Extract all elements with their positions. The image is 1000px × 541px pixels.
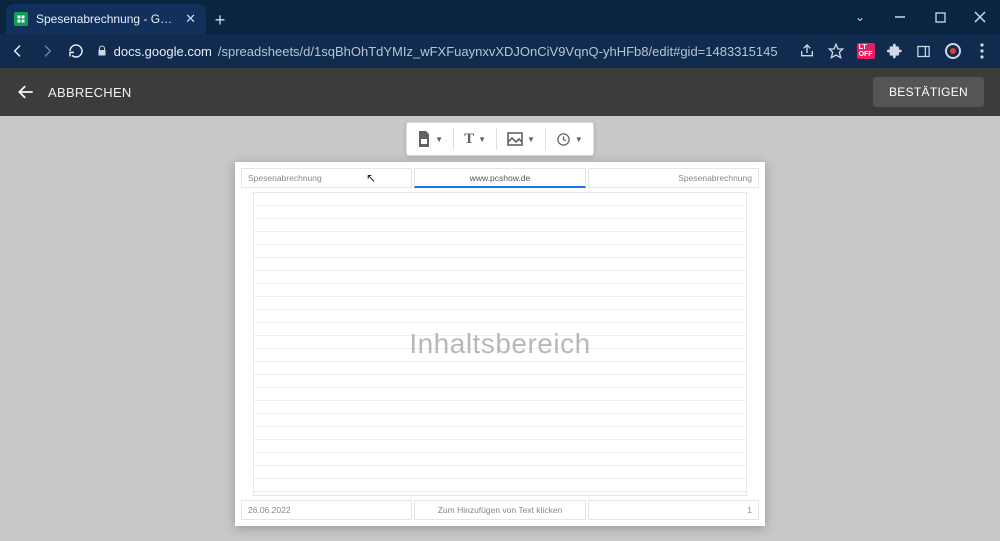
toolbar-image-button[interactable]: ▼ bbox=[497, 123, 545, 155]
maximize-button[interactable] bbox=[920, 2, 960, 32]
document-page: Spesenabrechnung www.pcshow.de Spesenabr… bbox=[235, 162, 765, 526]
chevron-down-icon: ▼ bbox=[478, 135, 486, 144]
nav-back-button[interactable] bbox=[8, 40, 27, 62]
content-placeholder: Inhaltsbereich bbox=[409, 328, 590, 360]
clock-icon bbox=[556, 132, 571, 147]
footer-left-cell[interactable]: 26.06.2022 bbox=[241, 500, 412, 520]
chevron-down-icon: ▼ bbox=[527, 135, 535, 144]
chevron-down-icon: ▼ bbox=[435, 135, 443, 144]
footer-center-text: Zum Hinzufügen von Text klicken bbox=[438, 505, 563, 515]
footer-page-number: 1 bbox=[747, 505, 752, 515]
url-domain: docs.google.com bbox=[114, 44, 212, 59]
confirm-button[interactable]: BESTÄTIGEN bbox=[873, 77, 984, 107]
share-icon[interactable] bbox=[798, 40, 817, 62]
new-tab-button[interactable]: + bbox=[206, 6, 234, 34]
side-panel-icon[interactable] bbox=[914, 40, 933, 62]
print-toolbar: ▼ T ▼ ▼ ▼ bbox=[406, 122, 594, 156]
browser-tab[interactable]: Spesenabrechnung - Google Tab ✕ bbox=[6, 4, 206, 34]
minimize-button[interactable] bbox=[880, 2, 920, 32]
browser-titlebar: Spesenabrechnung - Google Tab ✕ + ⌄ bbox=[0, 0, 1000, 34]
header-right-cell[interactable]: Spesenabrechnung bbox=[588, 168, 759, 188]
workspace: ▼ T ▼ ▼ ▼ Spesenabrechnung www.pcshow.de… bbox=[0, 116, 1000, 541]
nav-forward-button[interactable] bbox=[37, 40, 56, 62]
footer-right-cell[interactable]: 1 bbox=[588, 500, 759, 520]
record-icon[interactable] bbox=[944, 40, 963, 62]
confirm-label: BESTÄTIGEN bbox=[889, 85, 968, 99]
header-left-cell[interactable]: Spesenabrechnung bbox=[241, 168, 412, 188]
text-icon: T bbox=[464, 131, 474, 148]
arrow-left-icon bbox=[16, 82, 36, 102]
extension-lt-icon[interactable]: OFF bbox=[856, 40, 875, 62]
page-icon bbox=[417, 131, 431, 147]
footer-date: 26.06.2022 bbox=[248, 505, 291, 515]
browser-menu-icon[interactable] bbox=[973, 40, 992, 62]
tab-title: Spesenabrechnung - Google Tab bbox=[36, 12, 177, 26]
app-actionbar: ABBRECHEN BESTÄTIGEN bbox=[0, 68, 1000, 116]
ext-badge-label: OFF bbox=[857, 43, 875, 59]
toolbar-text-button[interactable]: T ▼ bbox=[454, 123, 496, 155]
url-path: /spreadsheets/d/1sqBhOhTdYMIz_wFXFuaynxv… bbox=[218, 44, 778, 59]
window-controls: ⌄ bbox=[840, 0, 1000, 34]
toolbar-layout-button[interactable]: ▼ bbox=[407, 123, 453, 155]
footer-center-cell[interactable]: Zum Hinzufügen von Text klicken bbox=[414, 500, 585, 520]
close-icon[interactable]: ✕ bbox=[185, 11, 196, 27]
cancel-button[interactable]: ABBRECHEN bbox=[16, 82, 132, 102]
image-icon bbox=[507, 132, 523, 146]
window-close-button[interactable] bbox=[960, 2, 1000, 32]
sheets-icon bbox=[14, 12, 28, 26]
header-center-text: www.pcshow.de bbox=[470, 173, 530, 183]
footer-row: 26.06.2022 Zum Hinzufügen von Text klick… bbox=[241, 500, 759, 520]
address-bar[interactable]: docs.google.com/spreadsheets/d/1sqBhOhTd… bbox=[96, 44, 778, 59]
cancel-label: ABBRECHEN bbox=[48, 85, 132, 100]
header-right-text: Spesenabrechnung bbox=[678, 173, 752, 183]
chevron-down-icon: ▼ bbox=[575, 135, 583, 144]
header-row: Spesenabrechnung www.pcshow.de Spesenabr… bbox=[241, 168, 759, 188]
lock-icon bbox=[96, 45, 108, 57]
toolbar-date-button[interactable]: ▼ bbox=[546, 123, 593, 155]
tabs-dropdown-icon[interactable]: ⌄ bbox=[840, 2, 880, 32]
header-left-text: Spesenabrechnung bbox=[248, 173, 322, 183]
reload-button[interactable] bbox=[66, 40, 85, 62]
bookmark-icon[interactable] bbox=[827, 40, 846, 62]
extensions-icon[interactable] bbox=[885, 40, 904, 62]
header-center-cell[interactable]: www.pcshow.de bbox=[414, 168, 585, 188]
browser-urlbar: docs.google.com/spreadsheets/d/1sqBhOhTd… bbox=[0, 34, 1000, 68]
content-grid[interactable]: Inhaltsbereich bbox=[253, 192, 747, 496]
